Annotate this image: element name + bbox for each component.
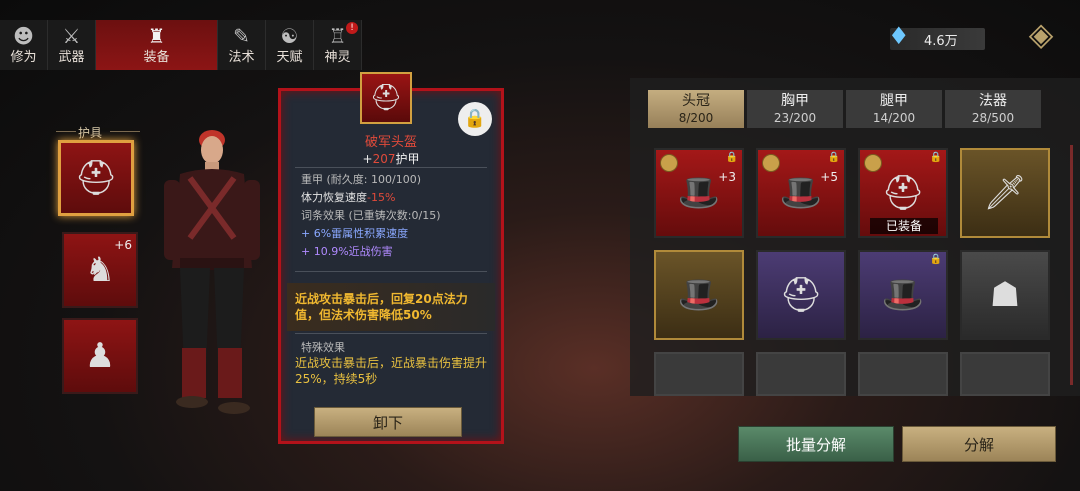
divider	[56, 131, 76, 132]
special-title: 特殊效果	[301, 341, 345, 354]
inventory-item[interactable]: 🔒 🎩 +5	[756, 148, 846, 238]
lock-icon: 🔒	[929, 152, 942, 163]
detail-item-icon: ⛑	[360, 72, 412, 124]
tab-count: 14/200	[872, 111, 916, 125]
armor-value: 207	[372, 152, 396, 166]
inventory-item[interactable]: 🔒 🎩	[858, 250, 948, 340]
inventory-item[interactable]: 🔒 🎩 +3	[654, 148, 744, 238]
war-helmet-icon: ⛑	[779, 275, 823, 315]
tab-spells[interactable]: ✎ 法术	[218, 20, 266, 70]
divider	[295, 271, 487, 272]
tab-label: 法器	[979, 93, 1007, 109]
divider	[295, 333, 487, 334]
inventory-empty-slot[interactable]	[858, 352, 948, 396]
lock-icon[interactable]: 🔒	[458, 102, 492, 136]
dagger-icon: 🗡	[983, 173, 1027, 213]
hood-icon: ☗	[989, 275, 1021, 315]
inventory-item[interactable]: 🎩	[654, 250, 744, 340]
tab-head[interactable]: 头冠 8/200	[648, 90, 744, 128]
coin-icon	[864, 154, 882, 172]
lock-icon: 🔒	[929, 254, 942, 265]
inventory-empty-slot[interactable]	[756, 352, 846, 396]
inventory-item[interactable]: 🗡	[960, 148, 1050, 238]
currency-display: ♦ 4.6万	[888, 22, 985, 50]
slot-header: 护具	[78, 126, 103, 140]
scroll-icon: ✎	[233, 24, 250, 48]
boots-icon: ♟	[84, 336, 116, 376]
inventory-empty-slot[interactable]	[960, 352, 1050, 396]
enhance-level: +5	[820, 170, 838, 184]
black-hat-icon: 🎩	[779, 173, 823, 213]
notification-badge: !	[346, 22, 358, 34]
special-text: 近战攻击暴击后，近战暴击伤害提升25%，持续5秒	[295, 356, 488, 386]
inventory-empty-slot[interactable]	[654, 352, 744, 396]
tab-count: 8/200	[678, 111, 714, 125]
stamina-value: -15%	[367, 191, 396, 204]
equipped-label: 已装备	[870, 218, 938, 234]
slot-helmet[interactable]: ⛑	[58, 140, 134, 216]
plumed-helmet-icon: ⛑	[74, 158, 118, 198]
decompose-button[interactable]: 分解	[902, 426, 1056, 462]
back-menu-icon[interactable]: ◈	[1022, 16, 1060, 52]
tab-label: 头冠	[682, 93, 710, 109]
plumed-helmet-icon: ⛑	[369, 83, 403, 113]
stamina-label: 体力恢复速度	[301, 191, 367, 204]
affix-line: + 6%雷属性积累速度	[301, 227, 409, 240]
lock-icon: 🔒	[827, 152, 840, 163]
person-head-icon: ☻	[13, 24, 34, 48]
divider	[295, 167, 487, 168]
weight-durability: 重甲 (耐久度: 100/100)	[301, 173, 421, 186]
tab-count: 23/200	[773, 111, 817, 125]
plumed-helmet-icon: ⛑	[881, 173, 925, 213]
armor-label: 护甲	[395, 152, 420, 166]
slot-legs[interactable]: ♟	[62, 318, 138, 394]
inventory-item[interactable]: ☗	[960, 250, 1050, 340]
armor-stat: +207护甲	[281, 150, 501, 167]
top-nav: ☻ 修为 ⚔ 武器 ♜ 装备 ✎ 法术 ☯ 天赋 ♖ 神灵 !	[0, 20, 362, 70]
tab-artifact[interactable]: 法器 28/500	[945, 90, 1041, 128]
enhance-level: +6	[114, 238, 132, 252]
divider	[110, 131, 140, 132]
inventory-item[interactable]: 🔒 ⛑ 已装备	[858, 148, 948, 238]
unequip-button[interactable]: 卸下	[314, 407, 462, 437]
tab-weapon[interactable]: ⚔ 武器	[48, 20, 96, 70]
batch-decompose-button[interactable]: 批量分解	[738, 426, 894, 462]
stamina-stat: 体力恢复速度-15%	[301, 189, 395, 205]
tab-deity[interactable]: ♖ 神灵 !	[314, 20, 362, 70]
black-hat-icon: 🎩	[881, 275, 925, 315]
armor-icon: ♞	[84, 250, 116, 290]
weapon-icon: ⚔	[62, 24, 81, 48]
crystal-gem-icon: ♦	[888, 22, 910, 50]
enhance-level: +3	[718, 170, 736, 184]
robe-icon: ♜	[147, 24, 166, 48]
black-hat-icon: 🎩	[677, 173, 721, 213]
coin-icon	[762, 154, 780, 172]
tab-equipment[interactable]: ♜ 装备	[96, 20, 218, 70]
affix-line: + 10.9%近战伤害	[301, 245, 393, 258]
currency-value: 4.6万	[924, 34, 958, 49]
tab-chest[interactable]: 胸甲 23/200	[747, 90, 843, 128]
tab-legs[interactable]: 腿甲 14/200	[846, 90, 942, 128]
affix-header: 词条效果 (已重铸次数:0/15)	[301, 209, 441, 222]
coin-icon	[660, 154, 678, 172]
inventory-item[interactable]: ⛑	[756, 250, 846, 340]
tab-talent[interactable]: ☯ 天赋	[266, 20, 314, 70]
yin-yang-icon: ☯	[280, 24, 299, 48]
tab-count: 28/500	[971, 111, 1015, 125]
lock-icon: 🔒	[725, 152, 738, 163]
effect-text: 近战攻击暴击后，回复20点法力值，但法术伤害降低50%	[295, 292, 468, 322]
inventory-scrollbar[interactable]	[1070, 145, 1073, 385]
slot-chest[interactable]: ♞ +6	[62, 232, 138, 308]
inventory-panel: 头冠 8/200 胸甲 23/200 腿甲 14/200 法器 28/500 🔒…	[630, 78, 1080, 396]
armor-prefix: +	[362, 152, 373, 166]
item-detail-panel: 破军头盔 +207护甲 重甲 (耐久度: 100/100) 体力恢复速度-15%…	[278, 88, 504, 444]
character-model	[164, 130, 260, 414]
tab-label: 腿甲	[880, 93, 908, 109]
tab-label: 胸甲	[781, 93, 809, 109]
black-hat-icon: 🎩	[677, 275, 721, 315]
tab-cultivation[interactable]: ☻ 修为	[0, 20, 48, 70]
